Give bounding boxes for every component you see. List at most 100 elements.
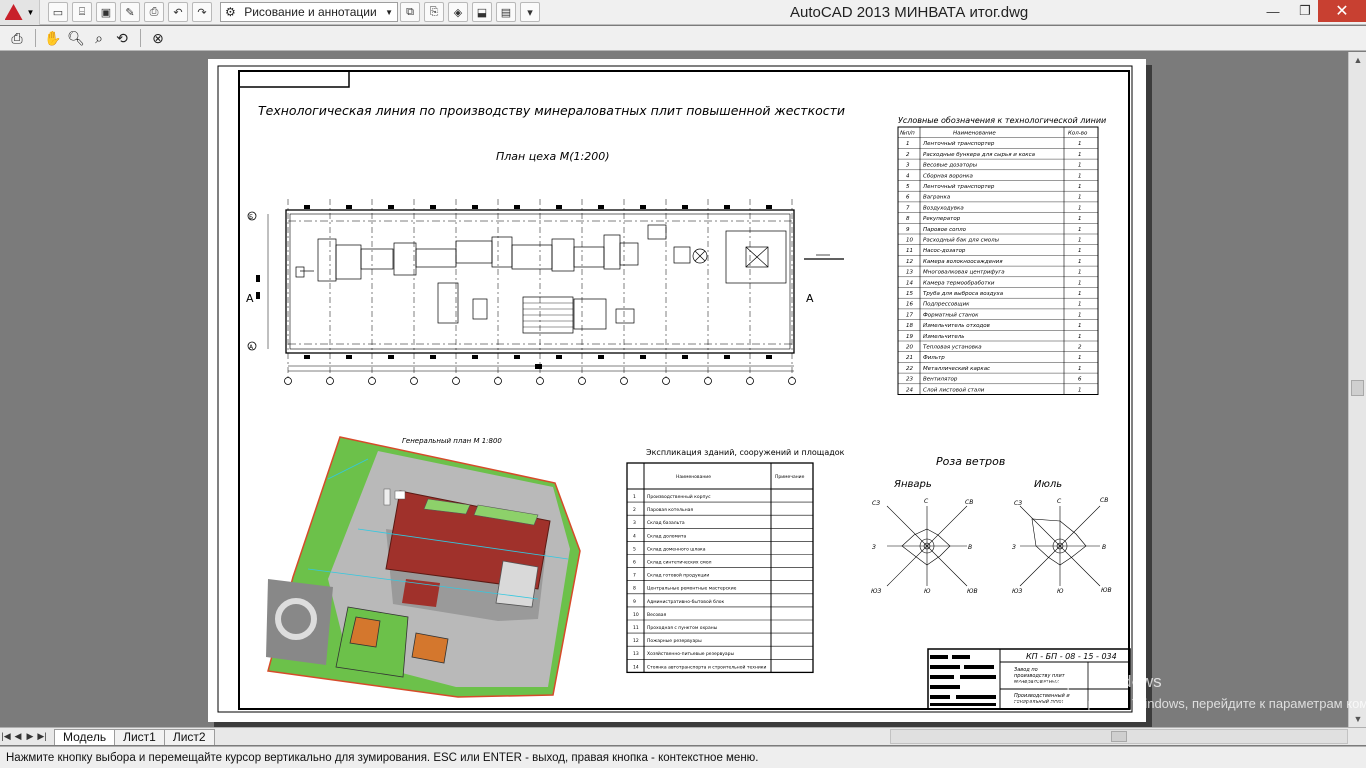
explication-row-name: Центральные ремонтные мастерские: [647, 586, 737, 592]
autocad-logo-icon: [4, 4, 23, 20]
close-preview-icon[interactable]: ⊗: [147, 27, 169, 49]
legend-row-name: Тепловая установка: [923, 345, 982, 351]
zoom-icon[interactable]: 🔍︎: [65, 27, 87, 49]
undo-icon[interactable]: ↶: [168, 2, 188, 22]
scroll-down-icon[interactable]: ▼: [1349, 711, 1366, 727]
new-icon[interactable]: ▭: [48, 2, 68, 22]
redo-icon[interactable]: ↷: [192, 2, 212, 22]
drawing-canvas[interactable]: Технологическая линия по производству ми…: [0, 52, 1348, 727]
legend-row-name: Расходные бункера для сырья и кокса: [923, 152, 1036, 158]
maximize-button[interactable]: ❐: [1292, 0, 1318, 22]
legend-row-number: 3: [906, 163, 910, 169]
plot-icon[interactable]: ⎙: [144, 2, 164, 22]
jan-dir-ne: СВ: [965, 499, 973, 506]
stamp-code: КП - БП - 08 - 15 - 034: [1026, 652, 1117, 661]
gear-icon: ⚙: [225, 5, 236, 19]
jul-dir-s: Ю: [1057, 588, 1064, 595]
explication-header-note: Примечание: [775, 474, 805, 480]
command-line[interactable]: Нажмите кнопку выбора и перемещайте курс…: [0, 746, 1366, 768]
pan-icon[interactable]: ✋: [42, 27, 64, 49]
print-icon[interactable]: ⎙: [6, 27, 28, 49]
workspace-select[interactable]: ⚙ Рисование и аннотации ▼: [220, 2, 398, 22]
legend-header: Кол-во: [1068, 131, 1088, 137]
legend-row-name: Насос-дозатор: [923, 248, 966, 254]
legend-row-name: Ленточный транспортер: [922, 184, 995, 190]
legend-row-qty: 2: [1078, 345, 1082, 351]
publish-icon[interactable]: ◈: [448, 2, 468, 22]
legend-table: №п/п Наименование Кол-во 1 Ленточный транспо…: [897, 126, 1099, 395]
tab-model[interactable]: Модель: [54, 728, 116, 745]
windrose-title: Роза ветров: [936, 455, 1005, 468]
previous-tab-icon[interactable]: ◀: [12, 729, 24, 745]
window-title: AutoCAD 2013 МИНВАТА итог.dwg: [790, 4, 1029, 21]
legend-row-number: 22: [906, 366, 913, 372]
chevron-down-icon: ▼: [385, 7, 393, 17]
legend-row-name: Расходный бак для смолы: [923, 238, 1000, 244]
legend-row-qty: 1: [1078, 238, 1082, 244]
legend-row-name: Вагранка: [923, 195, 951, 201]
toolbar-separator: [140, 29, 141, 47]
zoom-window-icon[interactable]: ⌕: [88, 27, 110, 49]
next-tab-icon[interactable]: ▶: [24, 729, 36, 745]
explication-row-number: 3: [633, 520, 636, 526]
drawing-svg: Технологическая линия по производству ми…: [217, 65, 1133, 713]
legend-row-number: 16: [906, 302, 913, 308]
scroll-up-icon[interactable]: ▲: [1349, 52, 1366, 68]
legend-row-number: 17: [906, 312, 913, 318]
horizontal-scroll-thumb[interactable]: [1111, 731, 1127, 742]
legend-row-qty: 1: [1078, 323, 1082, 329]
main-title: Технологическая линия по производству ми…: [258, 103, 845, 118]
explication-row-number: 11: [633, 625, 639, 631]
legend-row-name: Форматный станок: [923, 312, 979, 318]
legend-row-name: Рекуператор: [923, 216, 961, 222]
save-as-icon[interactable]: ✎: [120, 2, 140, 22]
vertical-scrollbar[interactable]: ▲ ▼: [1348, 52, 1366, 727]
explication-row-name: Производственный корпус: [647, 493, 711, 500]
layer-icon[interactable]: ⧉: [400, 2, 420, 22]
legend-row-number: 2: [906, 152, 910, 158]
customize-icon[interactable]: ▾: [520, 2, 540, 22]
jan-dir-s: Ю: [924, 588, 931, 595]
legend-row-name: Вентилятор: [923, 377, 958, 383]
legend-row-qty: 1: [1078, 141, 1082, 147]
jul-dir-e: В: [1102, 544, 1106, 551]
zoom-previous-icon[interactable]: ⟲: [111, 27, 133, 49]
legend-row-qty: 1: [1078, 302, 1082, 308]
explication-row-name: Склад базальта: [647, 520, 685, 526]
workshop-plan: [247, 199, 844, 385]
legend-row-name: Подпрессовщик: [923, 302, 970, 308]
legend-row-name: Паровое сопло: [923, 227, 967, 233]
explication-header-name: Наименование: [676, 474, 711, 480]
tab-sheet2[interactable]: Лист2: [163, 728, 215, 745]
jul-dir-nw: СЗ: [1014, 500, 1022, 507]
last-tab-icon[interactable]: ▶|: [36, 729, 48, 745]
general-plan: [266, 436, 581, 698]
print-preview-icon[interactable]: ⎘: [424, 2, 444, 22]
minimize-button[interactable]: —: [1258, 0, 1288, 22]
legend-row-number: 9: [906, 227, 910, 233]
jan-dir-se: ЮВ: [967, 588, 978, 595]
open-icon[interactable]: ⌸: [72, 2, 92, 22]
close-button[interactable]: ✕: [1318, 0, 1366, 22]
save-icon[interactable]: ▣: [96, 2, 116, 22]
legend-row-qty: 1: [1078, 248, 1082, 254]
legend-row-qty: 1: [1078, 366, 1082, 372]
drawing-sheet: Технологическая линия по производству ми…: [208, 59, 1146, 722]
activation-watermark-text: Чтобы активировать Windows, перейдите к …: [1005, 696, 1366, 711]
legend-row-qty: 1: [1078, 334, 1082, 340]
first-tab-icon[interactable]: |◀: [0, 729, 12, 745]
title-bar: ▼ ▭ ⌸ ▣ ✎ ⎙ ↶ ↷ ⚙ Рисование и аннотации …: [0, 0, 1366, 25]
match-properties-icon[interactable]: ▤: [496, 2, 516, 22]
application-menu-button[interactable]: ▼: [0, 0, 40, 25]
explication-row-name: Пожарные резервуары: [647, 638, 702, 644]
legend-row-number: 12: [906, 259, 913, 265]
legend-row-number: 10: [906, 238, 913, 244]
horizontal-scrollbar[interactable]: [890, 729, 1348, 744]
legend-row-number: 23: [906, 377, 913, 383]
tab-sheet1[interactable]: Лист1: [114, 728, 165, 745]
vertical-scroll-thumb[interactable]: [1351, 380, 1364, 396]
explication-row-number: 7: [633, 573, 636, 579]
legend-row-qty: 1: [1078, 195, 1082, 201]
legend-row-qty: 1: [1078, 216, 1082, 222]
batch-plot-icon[interactable]: ⬓: [472, 2, 492, 22]
